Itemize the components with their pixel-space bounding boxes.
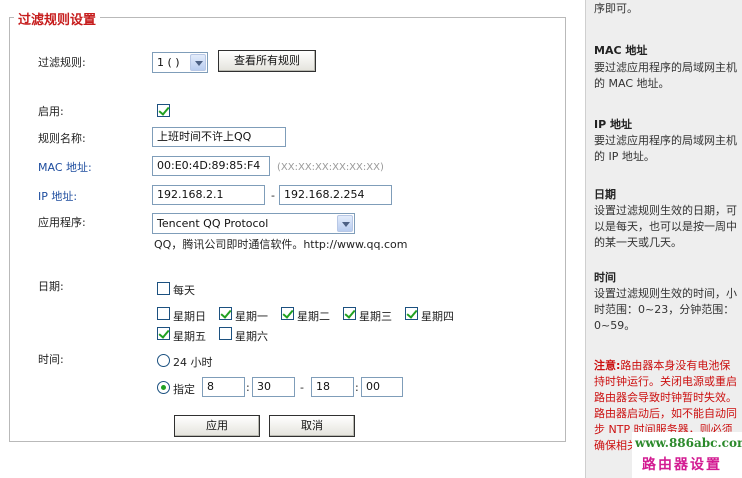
day-sunday-label: 星期日 xyxy=(173,310,206,323)
application-description: QQ，腾讯公司即时通信软件。http://www.qq.com xyxy=(154,238,408,251)
start-hour-field[interactable]: 8 xyxy=(202,377,245,397)
apply-button[interactable]: 应用 xyxy=(174,415,260,437)
day-wednesday-label: 星期三 xyxy=(359,310,392,323)
everyday-checkbox[interactable] xyxy=(157,282,170,295)
end-minute-field[interactable]: 00 xyxy=(361,377,403,397)
application-label: 应用程序: xyxy=(38,216,86,229)
end-hour-field[interactable]: 18 xyxy=(311,377,354,397)
date-label: 日期: xyxy=(38,280,64,293)
help-ip-title: IP 地址 xyxy=(594,118,632,131)
time-custom-label: 指定 xyxy=(173,383,195,396)
help-mac-title: MAC 地址 xyxy=(594,44,648,57)
ip-start-field[interactable]: 192.168.2.1 xyxy=(152,185,265,205)
everyday-label: 每天 xyxy=(173,284,195,297)
help-ip-text: 要过滤应用程序的局域网主机的 IP 地址。 xyxy=(594,134,737,163)
enable-checkbox[interactable] xyxy=(157,104,170,117)
mac-label: MAC 地址: xyxy=(38,161,92,174)
day-monday-checkbox[interactable] xyxy=(219,307,232,320)
mac-format-hint: (XX:XX:XX:XX:XX:XX) xyxy=(277,162,384,173)
day-wednesday-checkbox[interactable] xyxy=(343,307,356,320)
day-friday-label: 星期五 xyxy=(173,330,206,343)
rule-name-label: 规则名称: xyxy=(38,132,86,145)
help-time-title: 时间 xyxy=(594,271,616,284)
chevron-down-icon xyxy=(190,54,206,71)
chevron-down-icon xyxy=(337,215,353,232)
help-intro-text: 序即可。 xyxy=(594,2,638,15)
ip-end-field[interactable]: 192.168.2.254 xyxy=(279,185,392,205)
ip-separator: - xyxy=(271,189,275,202)
start-minute-field[interactable]: 30 xyxy=(252,377,295,397)
day-sunday-checkbox[interactable] xyxy=(157,307,170,320)
view-all-rules-button[interactable]: 查看所有规则 xyxy=(218,50,316,72)
mac-field[interactable]: 00:E0:4D:89:85:F4 xyxy=(152,156,270,176)
section-title: 过滤规则设置 xyxy=(14,9,101,28)
watermark-name: 路由器设置 xyxy=(632,454,742,478)
cancel-button[interactable]: 取消 xyxy=(269,415,355,437)
filter-rule-value: 1 ( ) xyxy=(157,56,180,69)
time-24h-label: 24 小时 xyxy=(173,356,213,369)
filter-rule-select[interactable]: 1 ( ) xyxy=(152,52,208,73)
day-monday-label: 星期一 xyxy=(235,310,268,323)
day-tuesday-checkbox[interactable] xyxy=(281,307,294,320)
day-thursday-checkbox[interactable] xyxy=(405,307,418,320)
help-warning-title: 注意: xyxy=(594,359,621,372)
watermark-url: www.886abc.com xyxy=(632,432,742,454)
help-time-text: 设置过滤规则生效的时间，小时范围：0~23，分钟范围：0~59。 xyxy=(594,287,737,332)
day-tuesday-label: 星期二 xyxy=(297,310,330,323)
time-label: 时间: xyxy=(38,353,64,366)
application-value: Tencent QQ Protocol xyxy=(157,217,269,230)
help-date-text: 设置过滤规则生效的日期，可以是每天，也可以是按一周中的某一天或几天。 xyxy=(594,204,737,249)
time-custom-radio[interactable] xyxy=(157,381,170,394)
rule-name-field[interactable]: 上班时间不许上QQ xyxy=(152,127,286,147)
day-saturday-label: 星期六 xyxy=(235,330,268,343)
enable-label: 启用: xyxy=(38,105,64,118)
end-time-colon: : xyxy=(355,381,359,394)
time-range-dash: - xyxy=(300,381,304,394)
day-friday-checkbox[interactable] xyxy=(157,327,170,340)
day-saturday-checkbox[interactable] xyxy=(219,327,232,340)
filter-rule-label: 过滤规则: xyxy=(38,56,86,69)
application-select[interactable]: Tencent QQ Protocol xyxy=(152,213,355,234)
day-thursday-label: 星期四 xyxy=(421,310,454,323)
help-mac-text: 要过滤应用程序的局域网主机的 MAC 地址。 xyxy=(594,61,737,90)
help-date-title: 日期 xyxy=(594,188,616,201)
ip-label: IP 地址: xyxy=(38,190,78,203)
time-24h-radio[interactable] xyxy=(157,354,170,367)
start-time-colon: : xyxy=(246,381,250,394)
help-panel: 序即可。 MAC 地址 要过滤应用程序的局域网主机的 MAC 地址。 IP 地址… xyxy=(585,0,742,478)
